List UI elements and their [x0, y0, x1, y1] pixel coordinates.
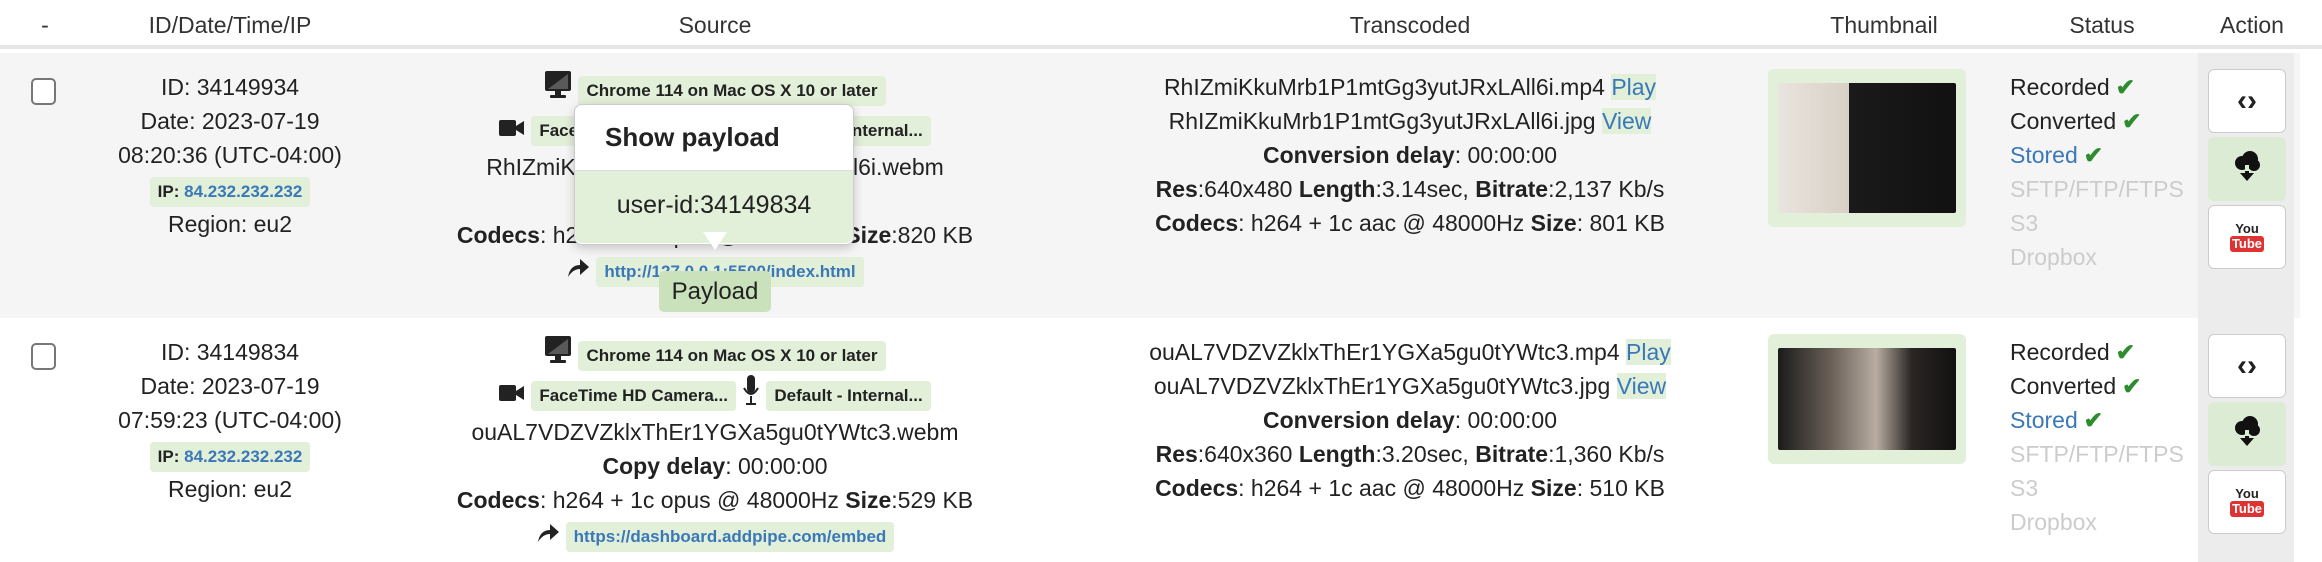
col-status: Status	[2069, 12, 2135, 38]
play-link[interactable]: Play	[1626, 339, 1671, 365]
check-icon: ✔	[2122, 373, 2142, 399]
code-icon: ‹›	[2237, 84, 2257, 117]
col-select: -	[41, 12, 49, 38]
popover-title: Show payload	[575, 105, 853, 171]
embed-code-button[interactable]: ‹›	[2208, 334, 2286, 398]
thumbnail[interactable]	[1768, 334, 1966, 464]
recording-date: Date: 2023-07-19	[140, 108, 320, 134]
popover-content: user-id:34149834	[575, 171, 853, 243]
ip-badge: IP: 84.232.232.232	[149, 442, 311, 472]
download-button[interactable]	[2208, 137, 2286, 201]
check-icon: ✔	[2122, 108, 2142, 134]
embed-code-button[interactable]: ‹›	[2208, 69, 2286, 133]
conversion-delay: Conversion delay: 00:00:00	[1262, 407, 1558, 433]
status-list: Recorded ✔ Converted ✔ Stored ✔ SFTP/FTP/FT…	[2010, 70, 2184, 274]
check-icon: ✔	[2115, 74, 2136, 100]
thumbnail[interactable]	[1768, 69, 1966, 227]
youtube-icon: You Tube	[2229, 221, 2265, 252]
jpg-filename: ouAL7VDZVZklxThEr1YGXa5gu0tYWtc3.jpg	[1153, 373, 1611, 399]
ip-link[interactable]: 84.232.232.232	[184, 182, 302, 201]
desktop-icon	[544, 70, 572, 109]
youtube-upload-button[interactable]: You Tube	[2208, 470, 2286, 534]
view-link[interactable]: View	[1601, 108, 1652, 134]
microphone-icon	[742, 374, 760, 415]
ip-label: IP:	[157, 182, 180, 201]
region: Region: eu2	[167, 211, 293, 237]
source-codecs: Codecs: h264 + 1c opus @ 48000Hz Size:52…	[456, 487, 974, 513]
table-header: - ID/Date/Time/IP Source Transcoded Thum…	[0, 0, 2322, 49]
youtube-upload-button[interactable]: You Tube	[2208, 205, 2286, 269]
status-s3: S3	[2010, 210, 2039, 236]
table-row: ID: 34149834 Date: 2023-07-19 07:59:23 (…	[0, 318, 2300, 562]
share-arrow-icon	[566, 254, 590, 288]
transcoded-codecs: Codecs: h264 + 1c aac @ 48000Hz Size: 51…	[1155, 475, 1665, 501]
col-transcoded: Transcoded	[1349, 12, 1471, 38]
ip-badge: IP: 84.232.232.232	[149, 177, 311, 207]
status-dropbox: Dropbox	[2010, 244, 2097, 270]
col-source: Source	[678, 12, 752, 38]
source-filename: ouAL7VDZVZklxThEr1YGXa5gu0tYWtc3.webm	[471, 419, 959, 445]
region: Region: eu2	[167, 476, 293, 502]
status-sftp: SFTP/FTP/FTPS	[2010, 441, 2184, 467]
transcoded-specs: Res:640x360 Length:3.20sec, Bitrate:1,36…	[1155, 441, 1665, 467]
mp4-filename: RhIZmiKkuMrb1P1mtGg3yutJRxLAll6i.mp4	[1163, 74, 1605, 100]
browser-badge: Chrome 114 on Mac OS X 10 or later	[578, 75, 886, 106]
status-converted: Converted ✔	[2010, 373, 2142, 399]
recording-id: ID: 34149934	[160, 74, 300, 100]
view-link[interactable]: View	[1616, 373, 1667, 399]
status-list: Recorded ✔ Converted ✔ Stored ✔ SFTP/FTP/FT…	[2010, 335, 2184, 539]
cloud-download-icon	[2232, 149, 2262, 189]
transcoded-codecs: Codecs: h264 + 1c aac @ 48000Hz Size: 80…	[1155, 210, 1665, 236]
payload-button[interactable]: Payload	[659, 271, 771, 312]
col-thumbnail: Thumbnail	[1830, 12, 1938, 38]
play-link[interactable]: Play	[1611, 74, 1657, 100]
ip-link[interactable]: 84.232.232.232	[184, 447, 302, 466]
action-column: ‹› You Tube	[2198, 53, 2294, 318]
row-checkbox[interactable]	[31, 78, 56, 105]
action-column: ‹› You Tube	[2198, 318, 2294, 562]
recording-time: 07:59:23 (UTC-04:00)	[118, 407, 342, 433]
youtube-icon: You Tube	[2229, 486, 2265, 517]
status-recorded: Recorded ✔	[2010, 74, 2136, 100]
page-url-link[interactable]: https://dashboard.addpipe.com/embed	[565, 522, 895, 552]
payload-popover: Show payload user-id:34149834	[574, 104, 854, 250]
status-s3: S3	[2010, 475, 2039, 501]
ip-label: IP:	[157, 447, 180, 466]
check-icon: ✔	[2115, 339, 2136, 365]
check-icon: ✔	[2083, 142, 2104, 168]
video-camera-icon	[499, 378, 525, 412]
row-checkbox[interactable]	[31, 343, 56, 370]
status-dropbox: Dropbox	[2010, 509, 2097, 535]
browser-badge: Chrome 114 on Mac OS X 10 or later	[578, 340, 886, 371]
microphone-badge: Default - Internal...	[766, 380, 931, 411]
camera-badge: FaceTime HD Camera...	[531, 380, 736, 411]
conversion-delay: Conversion delay: 00:00:00	[1262, 142, 1558, 168]
code-icon: ‹›	[2237, 349, 2257, 382]
share-arrow-icon	[536, 519, 560, 553]
recording-date: Date: 2023-07-19	[140, 373, 320, 399]
check-icon: ✔	[2083, 407, 2104, 433]
col-id: ID/Date/Time/IP	[148, 12, 312, 38]
cloud-download-icon	[2232, 414, 2262, 454]
status-sftp: SFTP/FTP/FTPS	[2010, 176, 2184, 202]
mp4-filename: ouAL7VDZVZklxThEr1YGXa5gu0tYWtc3.mp4	[1149, 339, 1620, 365]
col-action: Action	[2220, 12, 2284, 38]
status-stored: Stored ✔	[2010, 407, 2104, 433]
download-button[interactable]	[2208, 402, 2286, 466]
video-camera-icon	[499, 113, 525, 147]
copy-delay: Copy delay: 00:00:00	[602, 453, 828, 479]
transcoded-specs: Res:640x480 Length:3.14sec, Bitrate:2,13…	[1155, 176, 1665, 202]
table-row: ID: 34149934 Date: 2023-07-19 08:20:36 (…	[0, 53, 2300, 318]
status-recorded: Recorded ✔	[2010, 339, 2136, 365]
status-converted: Converted ✔	[2010, 108, 2142, 134]
jpg-filename: RhIZmiKkuMrb1P1mtGg3yutJRxLAll6i.jpg	[1168, 108, 1596, 134]
status-stored: Stored ✔	[2010, 142, 2104, 168]
recording-id: ID: 34149834	[160, 339, 300, 365]
recording-time: 08:20:36 (UTC-04:00)	[118, 142, 342, 168]
desktop-icon	[544, 335, 572, 374]
